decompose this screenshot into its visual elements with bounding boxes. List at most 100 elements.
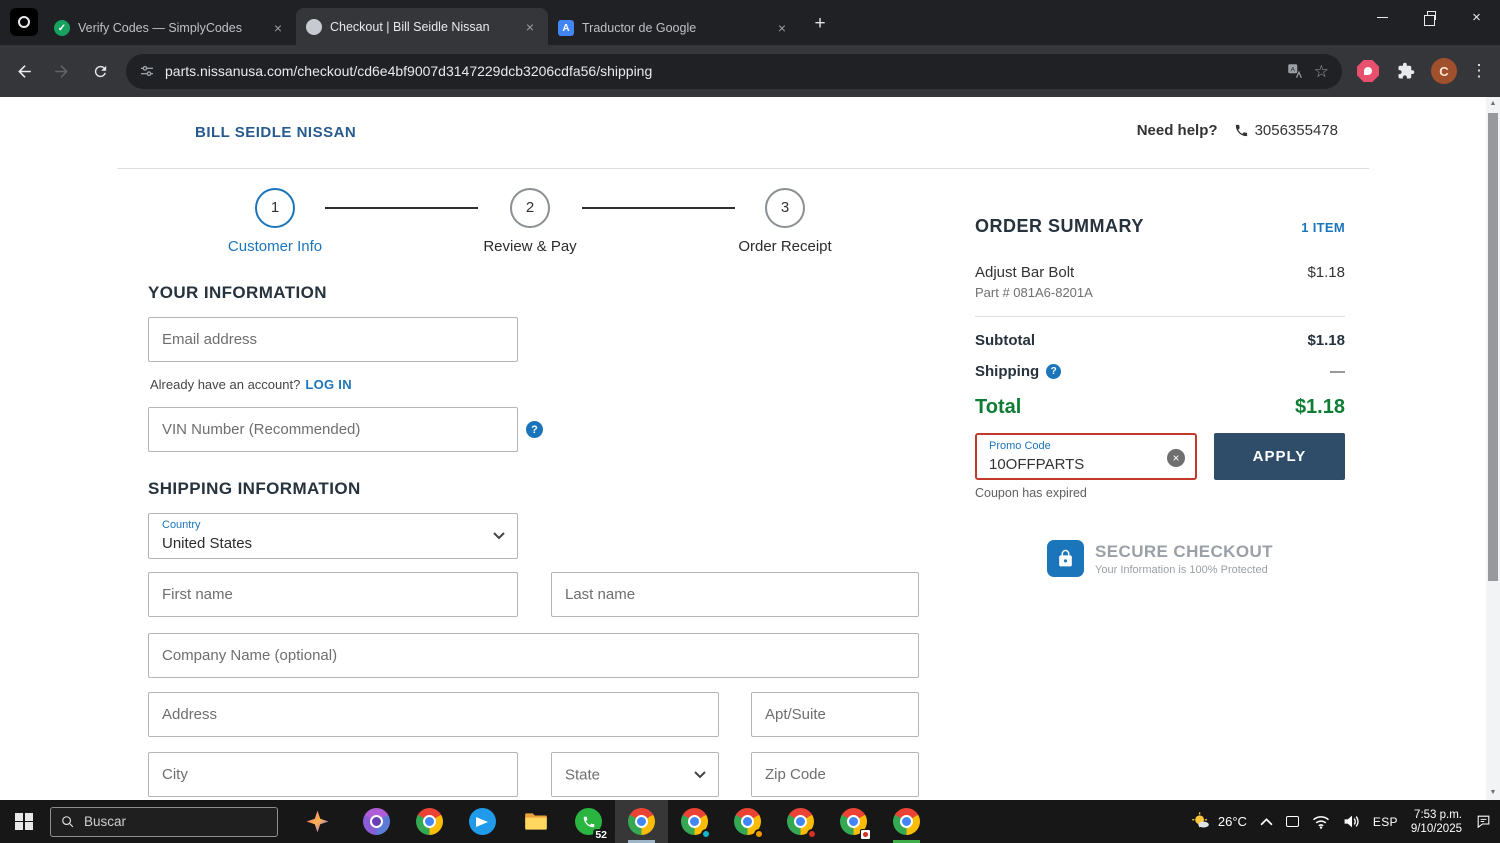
- profile-avatar[interactable]: C: [1426, 53, 1462, 89]
- start-button[interactable]: [0, 800, 48, 843]
- apt-suite-input[interactable]: [751, 692, 919, 737]
- app-icon-blue: [469, 808, 496, 835]
- taskbar-file-explorer[interactable]: [509, 800, 562, 843]
- tab-translate[interactable]: A Traductor de Google ×: [548, 11, 800, 45]
- account-prompt: Already have an account?: [150, 377, 301, 392]
- weather-widget[interactable]: 26°C: [1190, 811, 1247, 832]
- item-count: 1 ITEM: [1301, 220, 1345, 235]
- taskbar-app-blue[interactable]: [456, 800, 509, 843]
- scroll-down-arrow[interactable]: ▼: [1486, 786, 1500, 800]
- dealer-logo[interactable]: BILL SEIDLE NISSAN: [195, 124, 356, 141]
- adblock-shield-icon[interactable]: [1350, 53, 1386, 89]
- tray-device-icon[interactable]: [1285, 816, 1299, 827]
- country-select[interactable]: Country United States: [148, 513, 518, 559]
- taskbar-chrome-sharing[interactable]: [880, 800, 933, 843]
- step-review-pay[interactable]: 2 Review & Pay: [450, 188, 610, 255]
- clear-promo-icon[interactable]: ×: [1167, 449, 1185, 467]
- windows-logo-icon: [15, 812, 33, 831]
- sun-icon: [1192, 812, 1209, 828]
- taskbar-chrome-profile-teal[interactable]: [668, 800, 721, 843]
- url-text[interactable]: parts.nissanusa.com/checkout/cd6e4bf9007…: [165, 63, 1276, 79]
- state-select[interactable]: State: [551, 752, 719, 797]
- last-name-input[interactable]: [551, 572, 919, 617]
- page-scrollbar[interactable]: ▲ ▼: [1486, 97, 1500, 800]
- taskbar-app-purple[interactable]: [350, 800, 403, 843]
- browser-toolbar: parts.nissanusa.com/checkout/cd6e4bf9007…: [0, 45, 1500, 97]
- tab-simplycodes[interactable]: ✓ Verify Codes — SimplyCodes ×: [44, 11, 296, 45]
- need-help-area: Need help? 3056355478: [1137, 122, 1338, 139]
- zip-input[interactable]: [751, 752, 919, 797]
- address-bar[interactable]: parts.nissanusa.com/checkout/cd6e4bf9007…: [126, 53, 1342, 89]
- taskbar-chrome-profile-orange[interactable]: [721, 800, 774, 843]
- step-circle: 2: [510, 188, 550, 228]
- window-icon-glyph: [18, 16, 30, 28]
- address-input[interactable]: [148, 692, 719, 737]
- translate-page-icon[interactable]: A: [1286, 62, 1304, 80]
- restore-button[interactable]: [1406, 0, 1453, 34]
- notification-center-icon[interactable]: [1475, 813, 1492, 830]
- first-name-input[interactable]: [148, 572, 518, 617]
- company-input[interactable]: [148, 633, 919, 678]
- taskbar-chrome-active[interactable]: [615, 800, 668, 843]
- tab-close-icon[interactable]: ×: [270, 20, 286, 36]
- volume-icon[interactable]: [1343, 814, 1360, 829]
- wifi-icon[interactable]: [1312, 815, 1330, 829]
- taskbar-chrome[interactable]: [403, 800, 456, 843]
- browser-window-icon[interactable]: [10, 8, 38, 36]
- country-label: Country: [162, 519, 201, 531]
- order-summary-title: ORDER SUMMARY: [975, 216, 1144, 236]
- close-button[interactable]: ×: [1453, 0, 1500, 34]
- vin-input[interactable]: [148, 407, 518, 452]
- taskbar-chrome-profile-red[interactable]: [774, 800, 827, 843]
- subtotal-label: Subtotal: [975, 332, 1035, 349]
- apply-button[interactable]: APPLY: [1214, 433, 1345, 480]
- scroll-up-arrow[interactable]: ▲: [1486, 97, 1500, 111]
- browser-tab-bar: ✓ Verify Codes — SimplyCodes × Checkout …: [0, 0, 1500, 45]
- extensions-puzzle-icon[interactable]: [1388, 53, 1424, 89]
- minimize-button[interactable]: [1359, 0, 1406, 34]
- tab-close-icon[interactable]: ×: [774, 20, 790, 36]
- step-order-receipt[interactable]: 3 Order Receipt: [705, 188, 865, 255]
- browser-menu-icon[interactable]: ⋮: [1464, 61, 1494, 81]
- minimize-icon: [1377, 16, 1388, 18]
- shipping-row: Shipping ? —: [975, 363, 1345, 380]
- scrollbar-thumb[interactable]: [1488, 113, 1498, 581]
- city-input[interactable]: [148, 752, 518, 797]
- taskbar-whatsapp[interactable]: 52: [562, 800, 615, 843]
- taskbar-clock[interactable]: 7:53 p.m. 9/10/2025: [1411, 808, 1462, 836]
- reload-button[interactable]: [82, 53, 118, 89]
- tray-chevron-up-icon[interactable]: [1260, 817, 1273, 826]
- language-indicator[interactable]: ESP: [1373, 815, 1398, 829]
- promo-input[interactable]: [989, 456, 1149, 473]
- vin-help-icon[interactable]: ?: [526, 421, 543, 438]
- promo-error-text: Coupon has expired: [975, 486, 1087, 500]
- phone-icon: [1235, 124, 1247, 137]
- shipping-help-icon[interactable]: ?: [1046, 364, 1062, 379]
- state-placeholder: State: [565, 766, 601, 783]
- tab-close-icon[interactable]: ×: [522, 19, 538, 35]
- total-row: Total $1.18: [975, 396, 1345, 419]
- promo-code-field[interactable]: Promo Code ×: [975, 433, 1197, 480]
- taskbar-chrome-profile-badge[interactable]: [827, 800, 880, 843]
- temperature-text: 26°C: [1217, 814, 1247, 829]
- simplycodes-favicon: ✓: [54, 20, 70, 36]
- step-customer-info[interactable]: 1 Customer Info: [195, 188, 355, 255]
- subtotal-value: $1.18: [1307, 332, 1345, 349]
- total-label: Total: [975, 396, 1022, 418]
- login-link[interactable]: LOG IN: [305, 377, 352, 392]
- tab-checkout[interactable]: Checkout | Bill Seidle Nissan ×: [296, 8, 548, 45]
- search-placeholder: Buscar: [84, 814, 127, 829]
- phone-link[interactable]: 3056355478: [1234, 122, 1338, 139]
- bookmark-star-icon[interactable]: ☆: [1314, 63, 1329, 80]
- forward-button[interactable]: [44, 53, 80, 89]
- site-settings-icon[interactable]: [139, 63, 155, 79]
- back-button[interactable]: [6, 53, 42, 89]
- email-input[interactable]: [148, 317, 518, 362]
- secure-checkout-subtitle: Your Information is 100% Protected: [1095, 563, 1268, 576]
- profile-dot-orange: [754, 829, 764, 839]
- secure-checkout-title: SECURE CHECKOUT: [1095, 541, 1273, 561]
- taskbar-sparkle-app[interactable]: [292, 800, 342, 843]
- new-tab-button[interactable]: +: [806, 10, 834, 38]
- taskbar-search[interactable]: Buscar: [50, 806, 278, 837]
- tab-strip: ✓ Verify Codes — SimplyCodes × Checkout …: [44, 0, 834, 45]
